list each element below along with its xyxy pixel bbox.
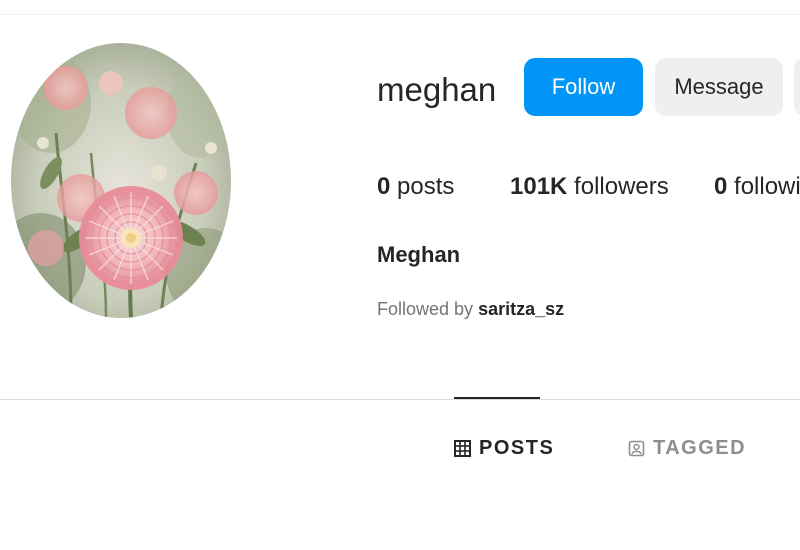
following-count: 0: [714, 173, 728, 200]
top-divider: [0, 14, 800, 15]
stat-posts: 0 posts: [377, 168, 454, 206]
tab-posts-label: POSTS: [479, 437, 555, 459]
profile-page: meghan Follow Message 0 posts 101K follo…: [0, 0, 800, 550]
active-tab-indicator: [454, 397, 540, 399]
profile-stats: 0 posts 101K followers 0 following: [377, 168, 800, 206]
follow-button[interactable]: Follow: [524, 58, 643, 116]
followers-count: 101K: [510, 173, 568, 200]
followed-by[interactable]: Followed by saritza_sz: [377, 296, 564, 322]
options-button[interactable]: [794, 58, 800, 116]
stat-following[interactable]: 0 following: [714, 168, 800, 206]
profile-full-name: Meghan: [377, 242, 461, 267]
followed-by-user: saritza_sz: [478, 299, 565, 319]
followed-by-prefix: Followed by: [377, 299, 474, 319]
grid-icon: [454, 439, 471, 457]
following-label: following: [734, 173, 800, 200]
tabs-divider: [0, 399, 800, 400]
followers-label: followers: [574, 173, 669, 200]
stat-followers[interactable]: 101K followers: [510, 168, 669, 206]
tab-tagged[interactable]: TAGGED: [628, 434, 746, 462]
posts-label: posts: [397, 173, 455, 200]
avatar[interactable]: [11, 43, 231, 318]
message-button[interactable]: Message: [655, 58, 783, 116]
avatar-flower-image: [11, 43, 231, 318]
tab-tagged-label: TAGGED: [653, 437, 747, 459]
tab-posts[interactable]: POSTS: [454, 434, 554, 462]
tag-user-icon: [628, 440, 645, 456]
posts-count: 0: [377, 173, 391, 200]
profile-username: meghan: [377, 71, 497, 108]
